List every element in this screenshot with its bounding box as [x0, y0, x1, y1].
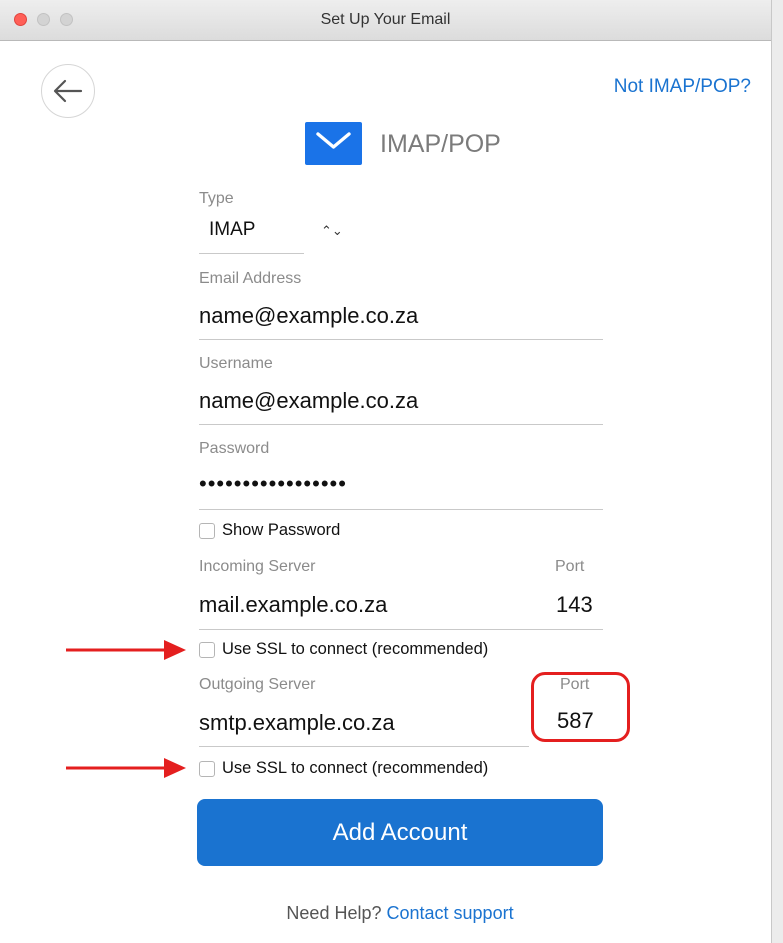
contact-support-link[interactable]: Contact support — [387, 903, 514, 923]
add-account-button[interactable]: Add Account — [197, 799, 603, 866]
envelope-icon — [305, 122, 362, 165]
show-password-label: Show Password — [222, 521, 341, 539]
red-arrow-annotation-icon — [66, 758, 186, 778]
incoming-port-field[interactable]: 143 — [556, 592, 593, 618]
password-field[interactable]: ••••••••••••••••• — [199, 471, 347, 497]
chevron-updown-icon: ⌃⌄ — [321, 223, 343, 238]
outgoing-ssl-label: Use SSL to connect (recommended) — [222, 759, 489, 777]
outgoing-ssl-box[interactable] — [199, 761, 215, 777]
incoming-server-label: Incoming Server — [199, 558, 316, 575]
password-label: Password — [199, 440, 270, 457]
setup-window: Set Up Your Email Not IMAP/POP? IMAP/POP… — [0, 0, 772, 943]
type-select-value: IMAP — [209, 219, 256, 240]
incoming-underline — [199, 629, 603, 630]
type-select[interactable]: IMAP ⌃⌄ — [199, 213, 343, 254]
outgoing-server-label: Outgoing Server — [199, 676, 316, 693]
outgoing-server-field[interactable]: smtp.example.co.za — [199, 710, 395, 736]
title-bar: Set Up Your Email — [0, 0, 771, 41]
incoming-ssl-box[interactable] — [199, 642, 215, 658]
window-title: Set Up Your Email — [320, 11, 451, 28]
incoming-port-label: Port — [555, 558, 585, 575]
not-imap-pop-link[interactable]: Not IMAP/POP? — [614, 76, 751, 98]
help-text: Need Help? — [286, 903, 382, 923]
username-label: Username — [199, 355, 273, 372]
username-field[interactable]: name@example.co.za — [199, 388, 418, 414]
email-label: Email Address — [199, 270, 302, 287]
account-type-heading: IMAP/POP — [380, 130, 501, 158]
show-password-box[interactable] — [199, 523, 215, 539]
incoming-ssl-label: Use SSL to connect (recommended) — [222, 640, 489, 658]
outgoing-underline — [199, 746, 529, 747]
incoming-server-field[interactable]: mail.example.co.za — [199, 592, 387, 618]
password-underline — [199, 509, 603, 510]
back-button[interactable] — [41, 64, 95, 118]
type-label: Type — [199, 190, 234, 207]
username-underline — [199, 424, 603, 425]
red-arrow-annotation-icon — [66, 640, 186, 660]
email-underline — [199, 339, 603, 340]
email-field[interactable]: name@example.co.za — [199, 303, 418, 329]
arrow-left-icon — [53, 79, 83, 103]
port-highlight-annotation — [531, 672, 630, 742]
help-footer: Need Help? Contact support — [0, 903, 783, 924]
